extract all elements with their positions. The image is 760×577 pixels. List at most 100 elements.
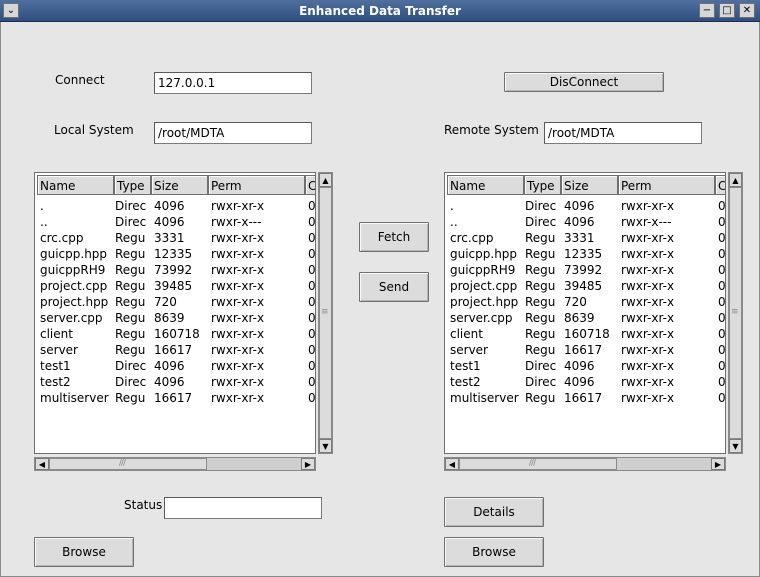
cell-c: 0 (308, 375, 316, 389)
cell-type: Regu (115, 279, 146, 293)
cell-perm: rwxr-x--- (211, 215, 262, 229)
table-row[interactable]: multiserver Regu 16617 rwxr-xr-x 0 (445, 391, 726, 407)
cell-size: 16617 (154, 343, 193, 357)
table-row[interactable]: guicpp.hpp Regu 12335 rwxr-xr-x 0 (445, 247, 726, 263)
column-header-size[interactable]: Size (151, 175, 208, 195)
scroll-left-icon[interactable]: ◀ (445, 458, 459, 470)
remote-horizontal-scrollbar[interactable]: ◀ /// ▶ (444, 457, 726, 471)
table-row[interactable]: test2 Direc 4096 rwxr-xr-x 0 (445, 375, 725, 391)
remote-path-input[interactable]: /root/MDTA (544, 122, 702, 144)
cell-size: 12335 (154, 247, 193, 261)
cell-name: . (40, 199, 44, 213)
cell-size: 4096 (154, 375, 185, 389)
fetch-button[interactable]: Fetch (359, 222, 429, 252)
table-row[interactable]: .. Direc 4096 rwxr-x--- 0 (445, 215, 725, 231)
column-header-type[interactable]: Type (114, 175, 151, 195)
window-title: Enhanced Data Transfer (299, 4, 461, 18)
table-row[interactable]: project.hpp Regu 720 rwxr-xr-x 0 (445, 295, 725, 311)
column-header-perm[interactable]: Perm (208, 175, 305, 195)
cell-name: guicppRH9 (40, 263, 106, 277)
table-row[interactable]: . Direc 4096 rwxr-xr-x 0 (35, 199, 315, 215)
scroll-down-icon[interactable]: ▼ (729, 439, 742, 453)
status-label: Status (124, 498, 163, 512)
close-icon[interactable]: ✕ (739, 3, 755, 18)
local-path-input[interactable]: /root/MDTA (154, 122, 312, 144)
cell-type: Regu (525, 391, 556, 405)
local-vertical-scrollbar[interactable]: ▲ ≡ ▼ (318, 172, 333, 454)
local-horizontal-scrollbar[interactable]: ◀ /// ▶ (34, 457, 316, 471)
minimize-icon[interactable]: − (699, 3, 715, 18)
scroll-thumb[interactable] (49, 458, 207, 470)
cell-perm: rwxr-xr-x (621, 199, 675, 213)
cell-size: 16617 (564, 391, 603, 405)
table-row[interactable]: server Regu 16617 rwxr-xr-x 0 (445, 343, 725, 359)
cell-type: Regu (115, 327, 146, 341)
local-file-table[interactable]: Name Type Size Perm C . Direc 4096 rwxr-xr-… (34, 172, 316, 454)
table-row[interactable]: .. Direc 4096 rwxr-x--- 0 (35, 215, 315, 231)
column-header-size[interactable]: Size (561, 175, 618, 195)
cell-size: 16617 (564, 343, 603, 357)
table-row[interactable]: project.cpp Regu 39485 rwxr-xr-x 0 (35, 279, 315, 295)
column-header-name[interactable]: Name (37, 175, 114, 195)
cell-type: Regu (525, 263, 556, 277)
cell-name: . (450, 199, 454, 213)
cell-name: project.hpp (40, 295, 109, 309)
scroll-up-icon[interactable]: ▲ (729, 173, 742, 187)
cell-perm: rwxr-xr-x (621, 263, 675, 277)
cell-type: Regu (525, 247, 556, 261)
scroll-right-icon[interactable]: ▶ (301, 458, 315, 470)
table-row[interactable]: guicppRH9 Regu 73992 rwxr-xr-x 0 (35, 263, 315, 279)
table-row[interactable]: client Regu 160718 rwxr-xr-x 0 (35, 327, 315, 343)
column-header-c[interactable]: C (715, 175, 725, 195)
column-header-perm[interactable]: Perm (618, 175, 715, 195)
scroll-left-icon[interactable]: ◀ (35, 458, 49, 470)
column-header-c[interactable]: C (305, 175, 315, 195)
cell-type: Direc (525, 199, 557, 213)
table-row[interactable]: server Regu 16617 rwxr-xr-x 0 (35, 343, 316, 359)
local-browse-button[interactable]: Browse (34, 537, 134, 567)
table-row[interactable]: . Direc 4096 rwxr-xr-x 0 (445, 199, 725, 215)
cell-perm: rwxr-xr-x (621, 359, 675, 373)
table-row[interactable]: project.cpp Regu 39485 rwxr-xr-x 0 (445, 279, 726, 295)
table-row[interactable]: multiserver Regu 16617 rwxr-xr-x 0 (35, 391, 315, 407)
cell-c: 0 (308, 359, 316, 373)
table-row[interactable]: test2 Direc 4096 rwxr-xr-x 0 (35, 375, 316, 391)
table-row[interactable]: guicpp.hpp Regu 12335 rwxr-xr-x 0 (35, 247, 315, 263)
disconnect-button[interactable]: DisConnect (504, 72, 664, 92)
table-row[interactable]: test1 Direc 4096 rwxr-xr-x 0 (445, 359, 725, 375)
scroll-thumb[interactable] (459, 458, 617, 470)
table-row[interactable]: server.cpp Regu 8639 rwxr-xr-x 0 (445, 311, 725, 327)
scroll-down-icon[interactable]: ▼ (319, 439, 332, 453)
column-header-type[interactable]: Type (524, 175, 561, 195)
cell-c: 0 (718, 247, 726, 261)
maximize-icon[interactable]: □ (719, 3, 735, 18)
details-button[interactable]: Details (444, 497, 544, 527)
table-row[interactable]: crc.cpp Regu 3331 rwxr-xr-x 0 (35, 231, 315, 247)
cell-type: Direc (525, 215, 557, 229)
remote-file-table[interactable]: Name Type Size Perm C . Direc 4096 rwxr-xr-… (444, 172, 726, 454)
cell-perm: rwxr-xr-x (211, 327, 265, 341)
cell-size: 4096 (154, 215, 185, 229)
table-row[interactable]: guicppRH9 Regu 73992 rwxr-xr-x 0 (445, 263, 725, 279)
column-header-name[interactable]: Name (447, 175, 524, 195)
table-row[interactable]: project.hpp Regu 720 rwxr-xr-x 0 (35, 295, 315, 311)
cell-c: 0 (308, 343, 316, 357)
scroll-right-icon[interactable]: ▶ (711, 458, 725, 470)
scroll-up-icon[interactable]: ▲ (319, 173, 332, 187)
remote-browse-button[interactable]: Browse (444, 537, 544, 567)
cell-c: 0 (718, 279, 726, 293)
host-input[interactable]: 127.0.0.1 (154, 72, 312, 94)
cell-size: 160718 (564, 327, 610, 341)
cell-c: 0 (718, 391, 726, 405)
table-row[interactable]: crc.cpp Regu 3331 rwxr-xr-x 0 (445, 231, 725, 247)
cell-type: Direc (525, 359, 557, 373)
cell-type: Direc (115, 359, 147, 373)
table-row[interactable]: test1 Direc 4096 rwxr-xr-x 0 (35, 359, 316, 375)
connect-label: Connect (55, 73, 105, 87)
send-button[interactable]: Send (359, 272, 429, 302)
cell-name: .. (450, 215, 458, 229)
table-row[interactable]: server.cpp Regu 8639 rwxr-xr-x 0 (35, 311, 315, 327)
remote-vertical-scrollbar[interactable]: ▲ ≡ ▼ (728, 172, 743, 454)
table-row[interactable]: client Regu 160718 rwxr-xr-x 0 (445, 327, 725, 343)
cell-perm: rwxr-xr-x (621, 295, 675, 309)
